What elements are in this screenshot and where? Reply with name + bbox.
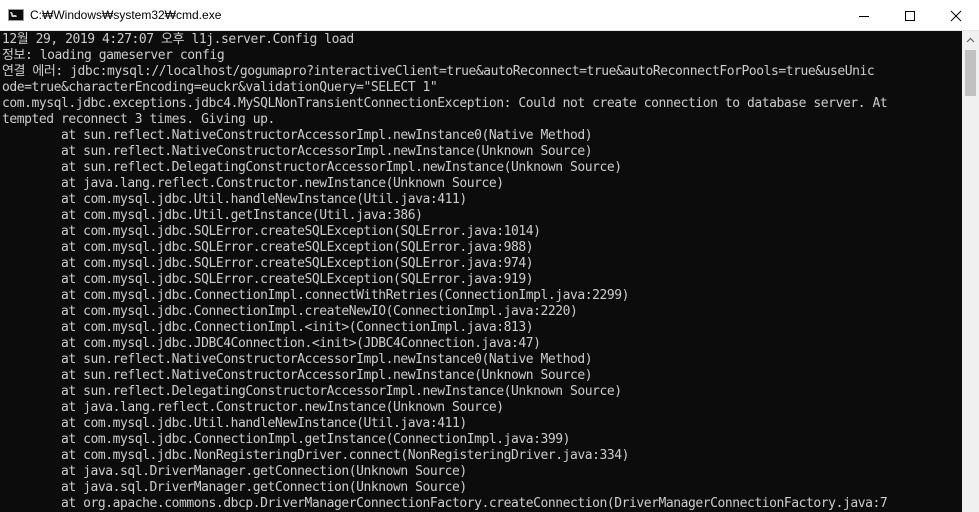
minimize-icon xyxy=(859,15,869,17)
close-button[interactable] xyxy=(933,0,979,31)
console-line: at com.mysql.jdbc.NonRegisteringDriver.c… xyxy=(2,448,630,463)
chevron-up-icon xyxy=(966,37,975,42)
console-line: at com.mysql.jdbc.JDBC4Connection.<init>… xyxy=(2,336,541,351)
console-line: at sun.reflect.NativeConstructorAccessor… xyxy=(2,144,593,159)
cmd-window: C:₩Windows₩system32₩cmd.exe 12월 29, 2019… xyxy=(0,0,979,512)
console-line: at sun.reflect.NativeConstructorAccessor… xyxy=(2,352,593,367)
console-line: at com.mysql.jdbc.SQLError.createSQLExce… xyxy=(2,224,541,239)
console-line: at com.mysql.jdbc.ConnectionImpl.<init>(… xyxy=(2,320,534,335)
console-line: at com.mysql.jdbc.ConnectionImpl.createN… xyxy=(2,304,578,319)
console-line: at org.apache.commons.dbcp.DriverManager… xyxy=(2,496,888,511)
maximize-button[interactable] xyxy=(887,0,933,31)
maximize-icon xyxy=(905,10,915,21)
cmd-icon xyxy=(8,9,24,21)
console-line: at com.mysql.jdbc.Util.handleNewInstance… xyxy=(2,192,467,207)
console-line: at sun.reflect.DelegatingConstructorAcce… xyxy=(2,384,622,399)
console-line: at java.lang.reflect.Constructor.newInst… xyxy=(2,176,504,191)
console-line: at sun.reflect.NativeConstructorAccessor… xyxy=(2,368,593,383)
console-line: at com.mysql.jdbc.SQLError.createSQLExce… xyxy=(2,240,534,255)
console-line: at sun.reflect.NativeConstructorAccessor… xyxy=(2,128,593,143)
window-title: C:₩Windows₩system32₩cmd.exe xyxy=(30,8,222,22)
console-line: at java.sql.DriverManager.getConnection(… xyxy=(2,480,467,495)
console-line: at com.mysql.jdbc.ConnectionImpl.getInst… xyxy=(2,432,571,447)
console-line: 연결 에러: jdbc:mysql://localhost/gogumapro?… xyxy=(2,64,875,79)
console-line: 12월 29, 2019 4:27:07 오후 l1j.server.Confi… xyxy=(2,32,354,47)
close-icon xyxy=(950,10,962,21)
console-line: at sun.reflect.DelegatingConstructorAcce… xyxy=(2,160,622,175)
minimize-button[interactable] xyxy=(841,0,887,31)
console-line: com.mysql.jdbc.exceptions.jdbc4.MySQLNon… xyxy=(2,96,888,111)
console-line: at com.mysql.jdbc.ConnectionImpl.connect… xyxy=(2,288,630,303)
console-line: at java.lang.reflect.Constructor.newInst… xyxy=(2,400,504,415)
vertical-scrollbar[interactable] xyxy=(962,31,979,512)
scrollbar-thumb[interactable] xyxy=(965,50,976,96)
console-line: at java.sql.DriverManager.getConnection(… xyxy=(2,464,467,479)
scroll-up-button[interactable] xyxy=(962,31,979,48)
window-controls xyxy=(841,0,979,31)
console-line: 정보: loading gameserver config xyxy=(2,48,225,63)
console-line: at com.mysql.jdbc.SQLError.createSQLExce… xyxy=(2,256,534,271)
console-line: at com.mysql.jdbc.Util.getInstance(Util.… xyxy=(2,208,423,223)
console-line: tempted reconnect 3 times. Giving up. xyxy=(2,112,275,127)
console-line: at com.mysql.jdbc.Util.handleNewInstance… xyxy=(2,416,467,431)
console-line: ode=true&characterEncoding=euckr&validat… xyxy=(2,80,438,95)
console-output[interactable]: 12월 29, 2019 4:27:07 오후 l1j.server.Confi… xyxy=(0,31,962,512)
title-bar[interactable]: C:₩Windows₩system32₩cmd.exe xyxy=(0,0,979,31)
console-line: at com.mysql.jdbc.SQLError.createSQLExce… xyxy=(2,272,534,287)
